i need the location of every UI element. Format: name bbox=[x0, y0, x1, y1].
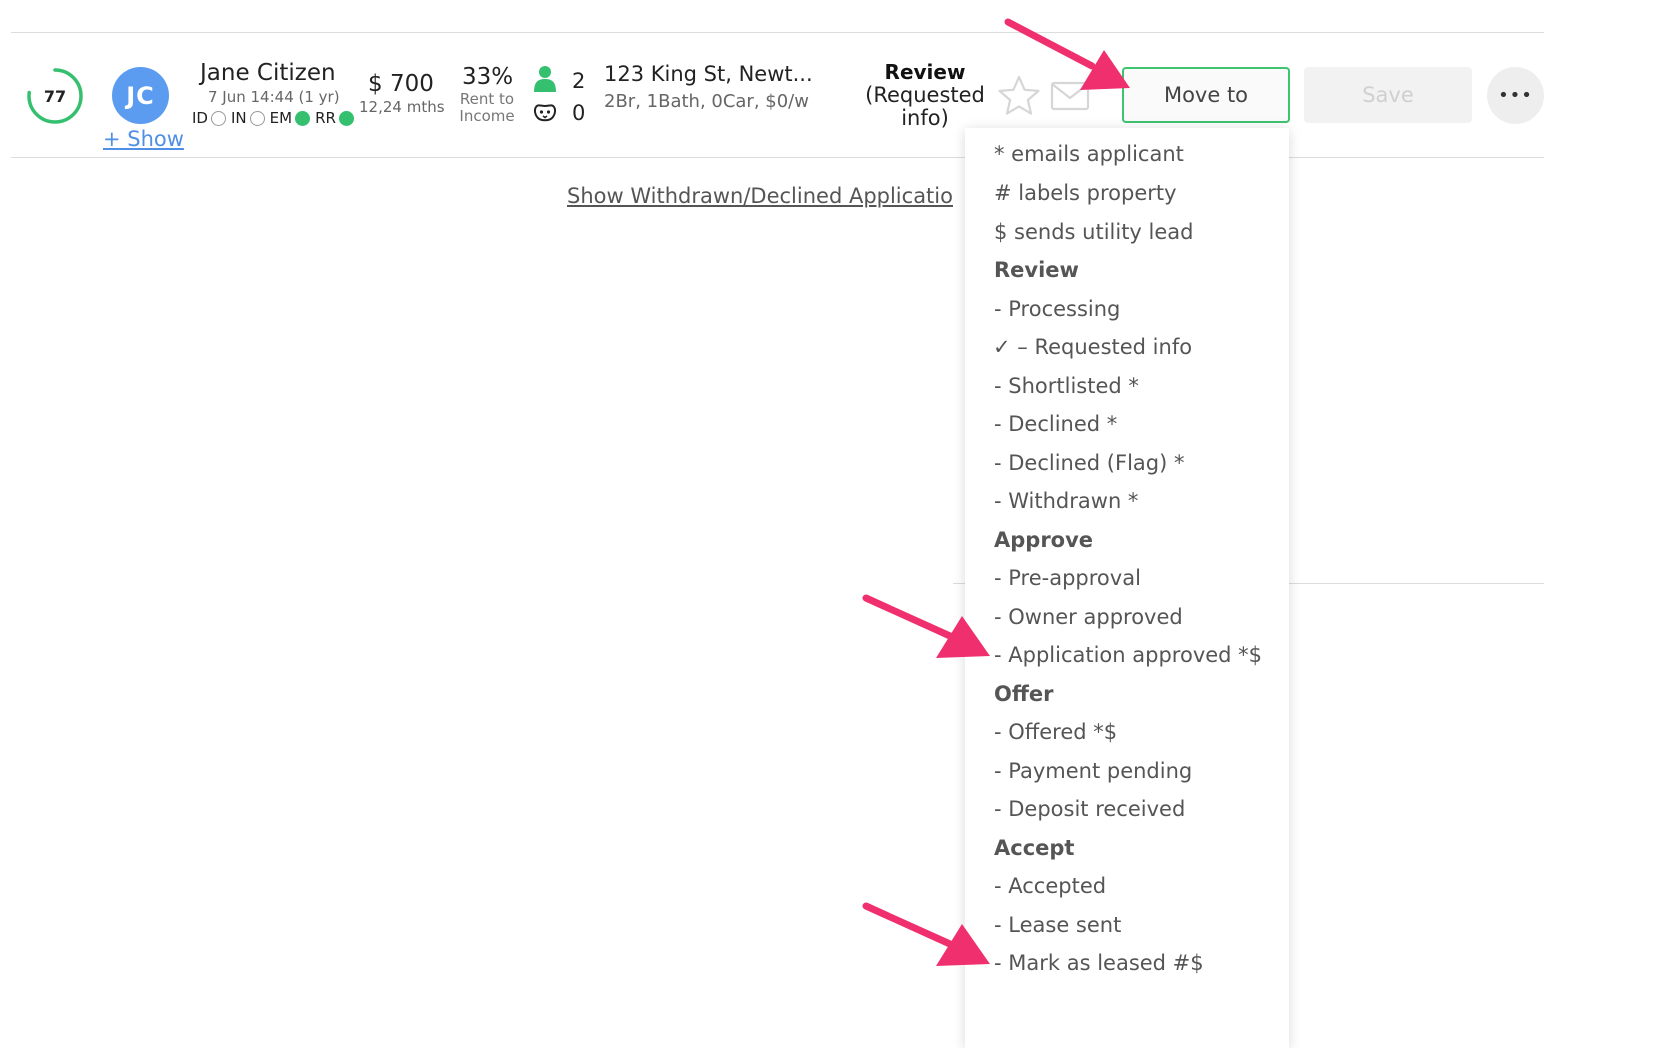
annotation-arrow-icon bbox=[1004, 18, 1130, 90]
check-status-icon bbox=[210, 110, 226, 126]
show-details-link[interactable]: + Show bbox=[103, 127, 184, 151]
menu-item-offered[interactable]: - Offered *$ bbox=[994, 720, 1117, 744]
check-label: RR bbox=[315, 109, 336, 127]
rent-to-income-label-line: Rent to bbox=[459, 90, 515, 108]
application-date: 7 Jun 14:44 (1 yr) bbox=[208, 88, 340, 106]
menu-group-approve: Approve bbox=[994, 528, 1094, 552]
lease-term: 12,24 mths bbox=[359, 98, 445, 116]
menu-group-review: Review bbox=[994, 258, 1079, 282]
property-address[interactable]: 123 King St, Newt... bbox=[604, 62, 813, 86]
menu-item-pre-approval[interactable]: - Pre-approval bbox=[994, 566, 1141, 590]
avatar[interactable]: JC bbox=[112, 67, 169, 124]
menu-item-payment-pending[interactable]: - Payment pending bbox=[994, 759, 1192, 783]
applicant-name[interactable]: Jane Citizen bbox=[200, 60, 336, 86]
save-button[interactable]: Save bbox=[1304, 67, 1472, 123]
check-status-icon bbox=[295, 110, 311, 126]
status-title: Review bbox=[884, 60, 966, 84]
top-divider bbox=[11, 32, 1544, 33]
score-value: 77 bbox=[43, 86, 67, 106]
move-to-menu: * emails applicant # labels property $ sen… bbox=[965, 128, 1289, 1048]
people-count: 2 bbox=[572, 69, 586, 93]
menu-item-shortlisted[interactable]: - Shortlisted * bbox=[994, 374, 1139, 398]
more-options-button[interactable]: ••• bbox=[1487, 67, 1544, 124]
pet-count: 0 bbox=[572, 101, 586, 125]
rent-to-income-pct: 33% bbox=[462, 64, 514, 90]
property-details: 2Br, 1Bath, 0Car, $0/w bbox=[604, 91, 809, 112]
menu-legend-item: $ sends utility lead bbox=[994, 220, 1194, 244]
annotation-arrow-icon bbox=[862, 594, 990, 658]
check-label: ID bbox=[192, 109, 208, 127]
menu-item-mark-as-leased[interactable]: - Mark as leased #$ bbox=[994, 951, 1204, 975]
menu-item-declined-flag[interactable]: - Declined (Flag) * bbox=[994, 451, 1184, 475]
check-status-icon bbox=[338, 110, 354, 126]
check-label: IN bbox=[230, 109, 247, 127]
annotation-arrow-icon bbox=[862, 902, 990, 966]
rent-to-income-label-line: Income bbox=[459, 107, 515, 125]
move-to-button[interactable]: Move to bbox=[1122, 67, 1290, 123]
show-withdrawn-link[interactable]: Show Withdrawn/Declined Applicatio bbox=[567, 184, 953, 208]
more-icon: ••• bbox=[1498, 85, 1533, 106]
verification-checks: ID IN EM RR bbox=[190, 109, 354, 127]
menu-item-owner-approved[interactable]: - Owner approved bbox=[994, 605, 1183, 629]
rent-to-income-label: Rent to Income bbox=[458, 91, 516, 125]
menu-legend-item: # labels property bbox=[994, 181, 1177, 205]
status-detail: (Requested info) bbox=[862, 84, 988, 130]
menu-group-offer: Offer bbox=[994, 682, 1054, 706]
row-divider bbox=[11, 157, 1544, 158]
person-icon bbox=[534, 66, 556, 92]
menu-item-requested-info[interactable]: ✓ – Requested info bbox=[993, 335, 1192, 359]
menu-item-processing[interactable]: - Processing bbox=[994, 297, 1120, 321]
menu-item-declined[interactable]: - Declined * bbox=[994, 412, 1117, 436]
status-detail-line: info) bbox=[901, 106, 949, 130]
menu-group-accept: Accept bbox=[994, 836, 1075, 860]
menu-legend-item: * emails applicant bbox=[994, 142, 1184, 166]
menu-item-accepted[interactable]: - Accepted bbox=[994, 874, 1106, 898]
menu-item-lease-sent[interactable]: - Lease sent bbox=[994, 913, 1121, 937]
check-status-icon bbox=[249, 110, 265, 126]
pet-icon bbox=[533, 104, 557, 122]
check-label: EM bbox=[269, 109, 293, 127]
rent-amount: $ 700 bbox=[368, 71, 434, 97]
menu-item-application-approved[interactable]: - Application approved *$ bbox=[994, 643, 1262, 667]
menu-item-withdrawn[interactable]: - Withdrawn * bbox=[994, 489, 1138, 513]
menu-item-deposit-received[interactable]: - Deposit received bbox=[994, 797, 1185, 821]
status-detail-line: (Requested bbox=[865, 83, 985, 107]
